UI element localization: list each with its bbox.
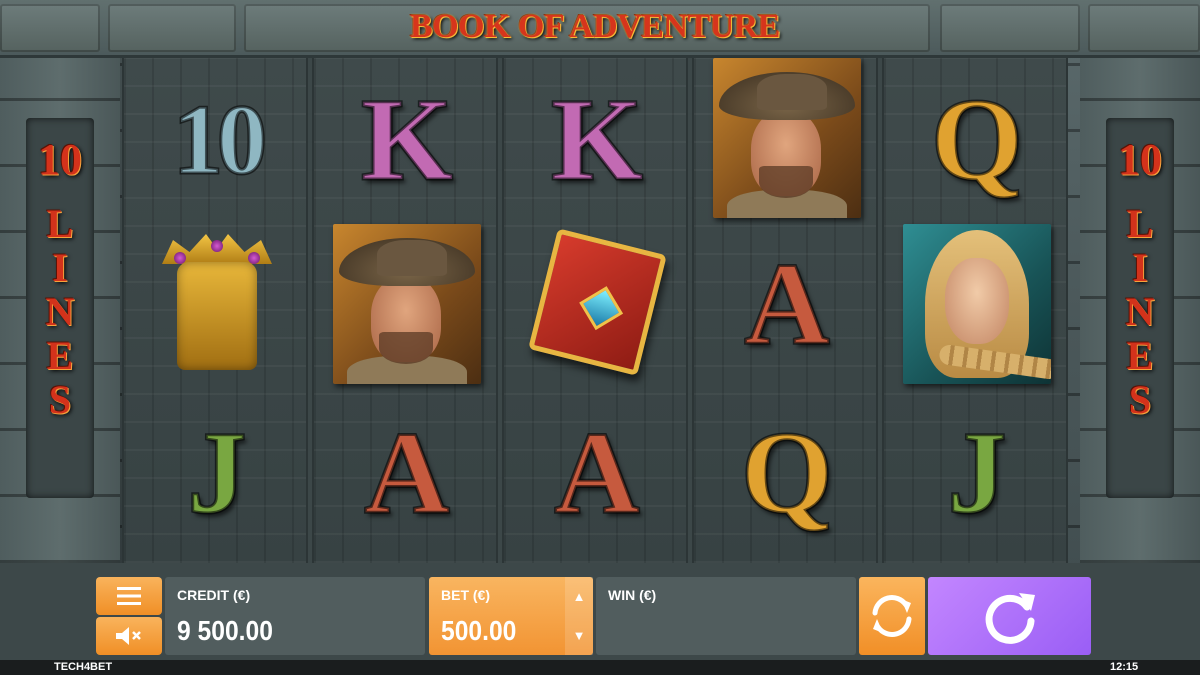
- top-band: BOOK OF ADVENTURE: [0, 0, 1200, 58]
- arrow-down-icon: ▼: [572, 628, 586, 643]
- bet-label: BET (€): [441, 587, 490, 603]
- portrait-beard: [379, 332, 433, 364]
- lines-indicator-left: 10 L I N E S: [0, 136, 120, 422]
- symbol-letter: A: [743, 238, 831, 369]
- lines-letter: N: [1125, 289, 1155, 334]
- reel-grid: 10 J K A K A A Q Q J: [122, 58, 1068, 563]
- lines-letter: I: [1132, 245, 1148, 290]
- idol-body: [177, 262, 257, 370]
- reel-5: Q J: [882, 58, 1068, 563]
- right-pillar: 10 L I N E S: [1080, 58, 1200, 563]
- portrait-beard: [759, 166, 813, 198]
- brand-label: TECH4BET: [54, 661, 113, 673]
- left-pillar: 10 L I N E S: [0, 58, 120, 563]
- idol-gem: [211, 240, 223, 252]
- credit-value: 9 500.00: [177, 615, 273, 646]
- symbol-k: K: [327, 60, 487, 220]
- autoplay-arrows-icon: [872, 595, 912, 637]
- spin-arrow-icon: [985, 593, 1035, 644]
- stone-block: [1088, 4, 1200, 52]
- game-title: BOOK OF ADVENTURE: [410, 8, 780, 45]
- lines-letter: S: [48, 377, 72, 422]
- golden-idol-icon: [137, 224, 297, 384]
- stone-block: [0, 4, 100, 52]
- lines-letter: E: [46, 333, 74, 378]
- lines-indicator-right: 10 L I N E S: [1080, 136, 1200, 422]
- clock: 12:15: [1110, 661, 1139, 673]
- symbol-j: J: [137, 393, 297, 553]
- lines-letter: I: [52, 245, 68, 290]
- portrait-face: [945, 258, 1009, 344]
- hat-crown: [377, 240, 447, 276]
- autoplay-button[interactable]: [859, 577, 925, 655]
- stone-block: [940, 4, 1080, 52]
- lines-letter: N: [45, 289, 75, 334]
- book-of-adventure-icon: [517, 224, 677, 384]
- symbol-a: A: [327, 393, 487, 553]
- symbol-letter: K: [550, 74, 645, 205]
- hamburger-menu-icon: [117, 587, 141, 605]
- sound-toggle-button[interactable]: [96, 617, 162, 655]
- adventurer-portrait: [713, 58, 861, 218]
- book-symbol: [518, 221, 676, 388]
- lines-letter: S: [1128, 377, 1152, 422]
- adventurer-portrait-icon: [707, 58, 867, 218]
- adventurer-portrait-icon: [327, 224, 487, 384]
- symbol-a: A: [707, 224, 867, 384]
- lines-letter: E: [1126, 333, 1154, 378]
- symbol-letter: A: [363, 407, 451, 538]
- speaker-muted-icon: [116, 627, 141, 645]
- symbol-letter: J: [946, 407, 1008, 538]
- symbol-q: Q: [707, 393, 867, 553]
- symbol-letter: Q: [930, 74, 1025, 205]
- symbol-ten: 10: [137, 60, 297, 220]
- reel-4: A Q: [692, 58, 878, 563]
- bet-panel: BET (€) 500.00 ▲ ▼: [429, 577, 593, 655]
- idol-figure: [152, 234, 282, 374]
- symbol-q: Q: [897, 60, 1057, 220]
- fedora-hat: [339, 238, 475, 286]
- spin-button[interactable]: [928, 577, 1091, 655]
- reel-2: K A: [312, 58, 498, 563]
- lines-letter: L: [46, 201, 74, 246]
- arrow-up-icon: ▲: [572, 589, 586, 604]
- symbol-a: A: [517, 393, 677, 553]
- book-gem: [579, 286, 624, 331]
- credit-label: CREDIT (€): [177, 587, 251, 603]
- symbol-j: J: [897, 393, 1057, 553]
- fedora-hat: [719, 72, 855, 120]
- symbol-letter: A: [553, 407, 641, 538]
- reel-3: K A: [502, 58, 688, 563]
- symbol-k: K: [517, 60, 677, 220]
- lines-letter: L: [1126, 201, 1154, 246]
- reel-1: 10 J: [122, 58, 308, 563]
- menu-button[interactable]: [96, 577, 162, 615]
- book-cover: [528, 228, 667, 376]
- heroine-portrait: [903, 224, 1051, 384]
- win-label: WIN (€): [608, 587, 657, 603]
- adventurer-portrait: [333, 224, 481, 384]
- heroine-portrait-icon: [897, 224, 1057, 384]
- symbol-letter: K: [360, 74, 455, 205]
- bet-decrease-button[interactable]: ▼: [565, 616, 593, 655]
- lines-count: 10: [1118, 135, 1162, 184]
- bet-value: 500.00: [441, 615, 517, 646]
- win-panel: WIN (€): [596, 577, 856, 655]
- status-footer: TECH4BET 12:15: [0, 660, 1200, 675]
- bet-increase-button[interactable]: ▲: [565, 577, 593, 616]
- lines-count: 10: [38, 135, 82, 184]
- hat-crown: [757, 74, 827, 110]
- credit-panel: CREDIT (€) 9 500.00: [165, 577, 425, 655]
- symbol-letter: Q: [740, 407, 835, 538]
- symbol-letter: 10: [172, 84, 269, 195]
- stone-block: [108, 4, 236, 52]
- symbol-letter: J: [186, 407, 248, 538]
